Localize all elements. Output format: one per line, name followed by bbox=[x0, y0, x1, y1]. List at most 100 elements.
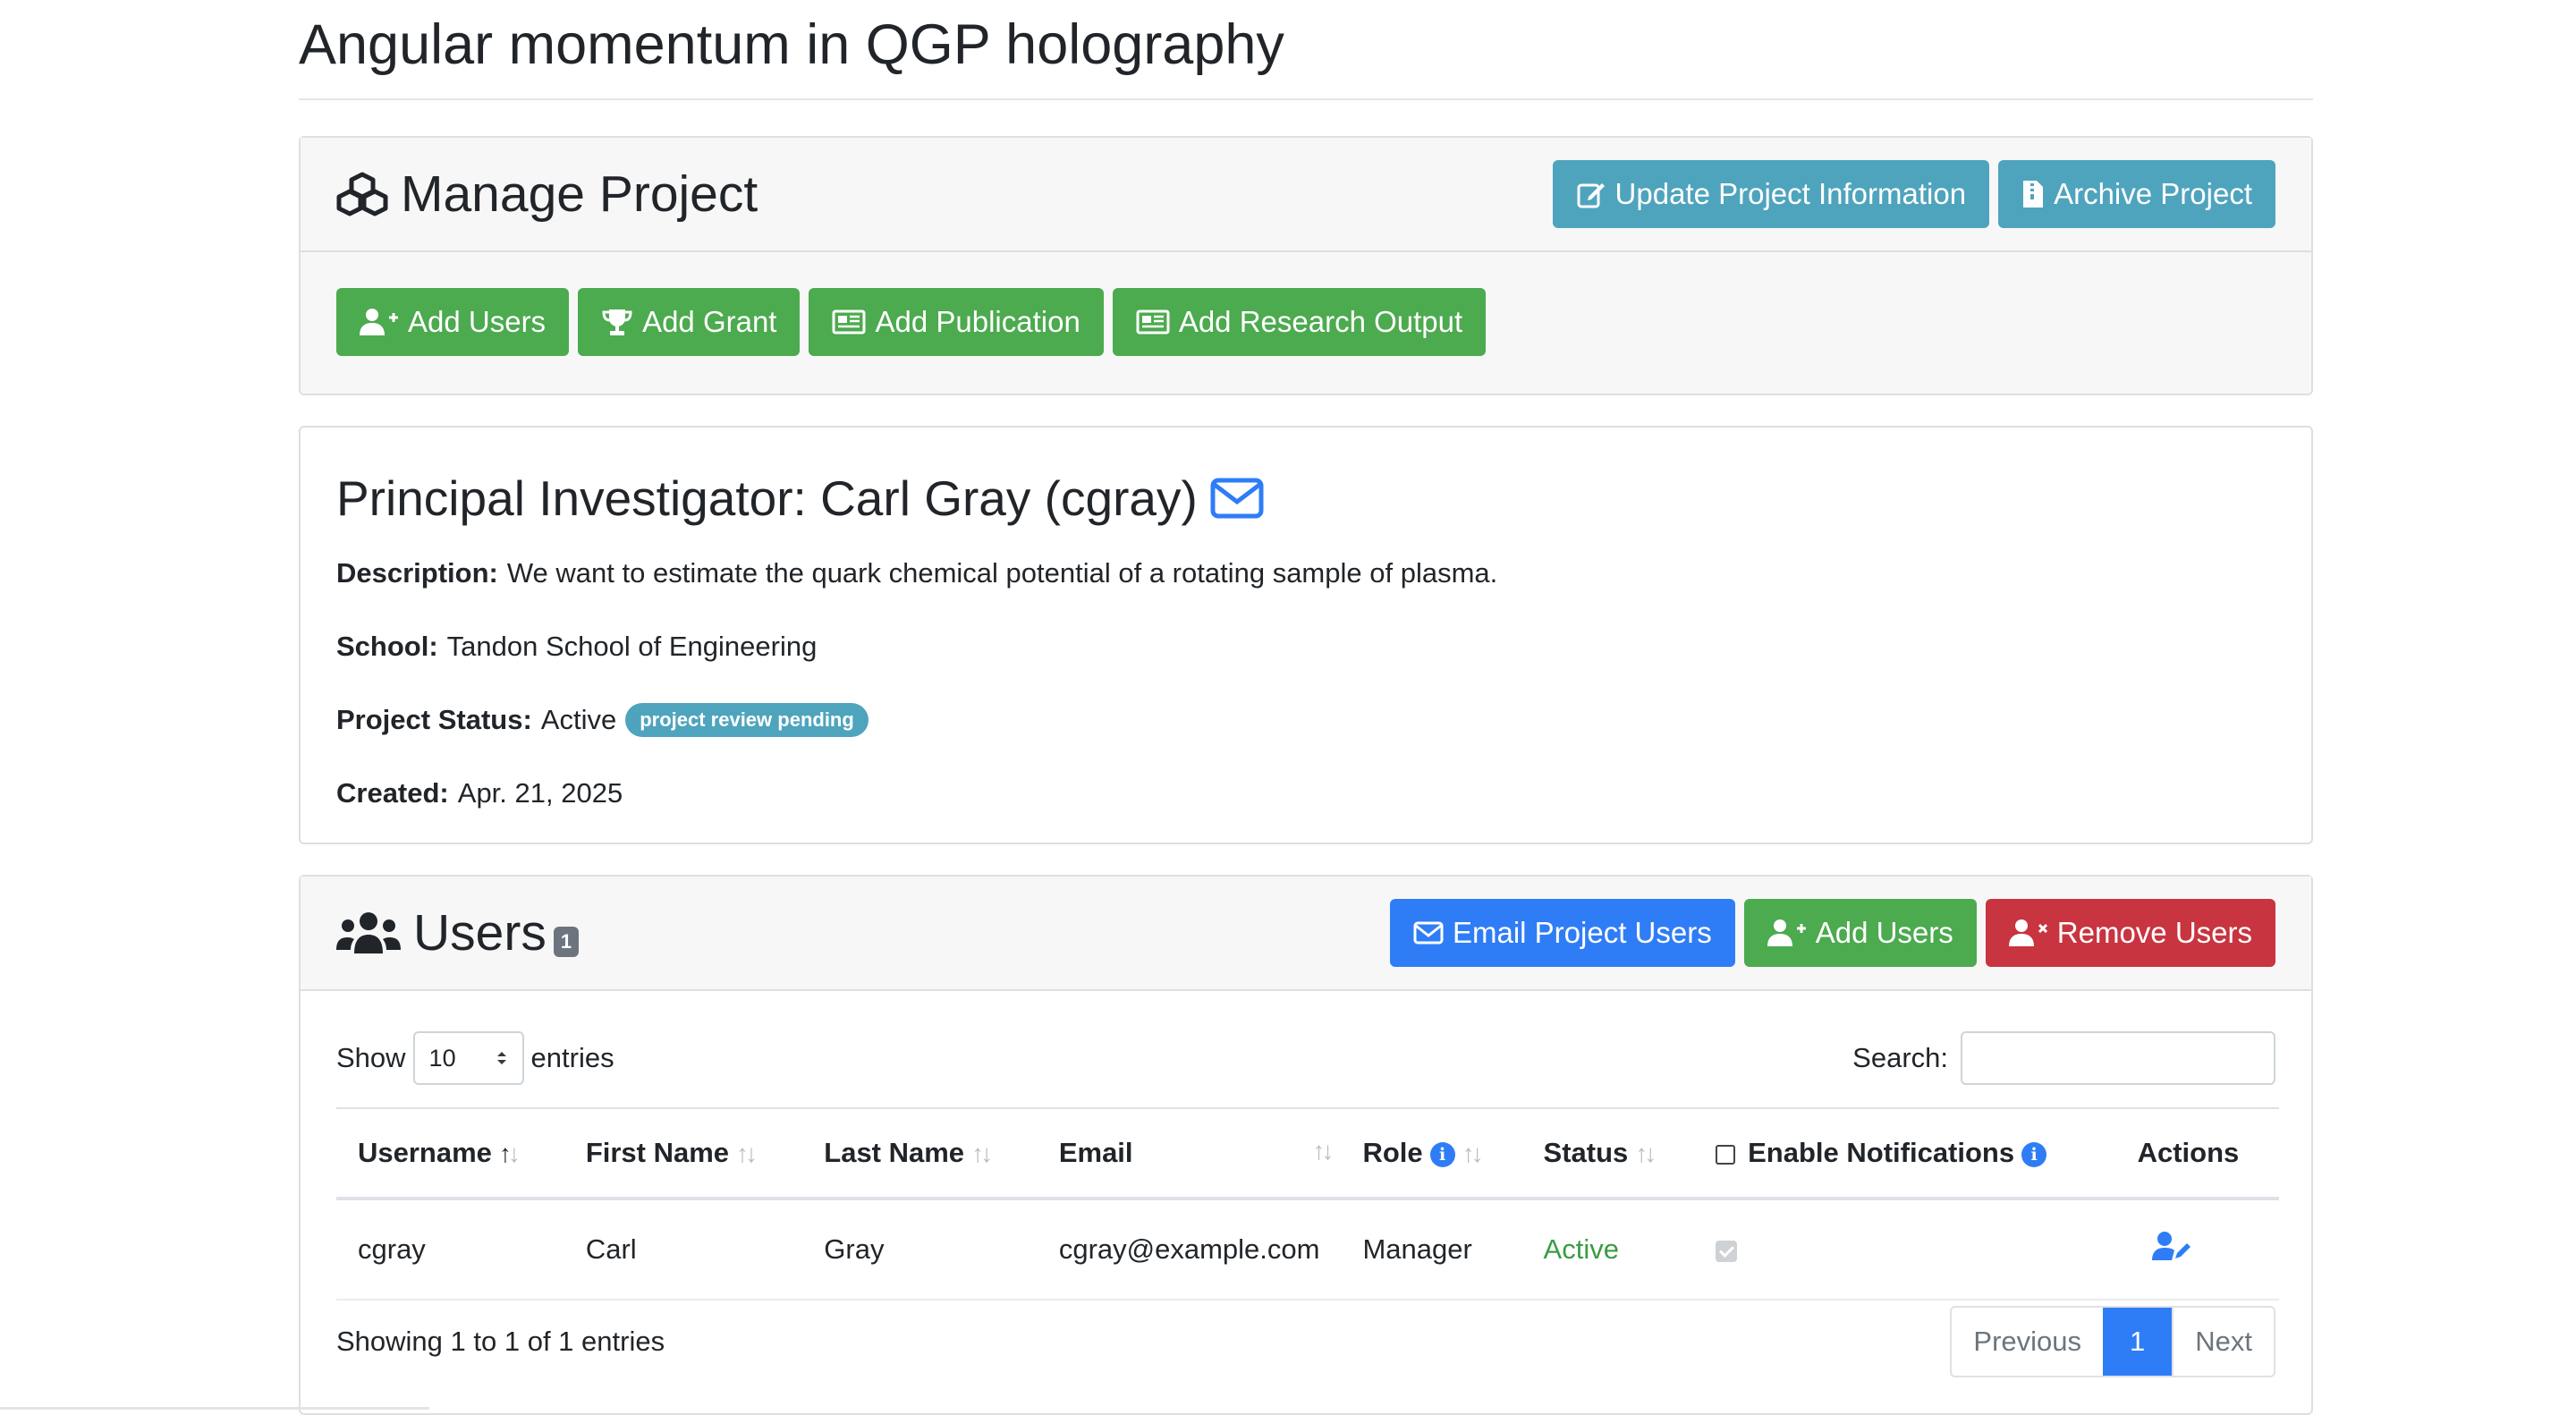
manage-project-header: Manage Project Update Project Informatio… bbox=[301, 138, 2311, 252]
created-label: Created: bbox=[336, 777, 449, 809]
notifications-checkbox bbox=[1716, 1240, 1738, 1262]
column-status[interactable]: Status ↑↓ bbox=[1521, 1107, 1695, 1200]
add-publication-label: Add Publication bbox=[875, 305, 1080, 338]
add-users-label: Add Users bbox=[408, 305, 547, 338]
edit-icon bbox=[1577, 183, 1605, 208]
sort-icon: ↑↓ bbox=[1635, 1140, 1657, 1167]
users-table: Username ↑↓ First Name ↑↓ Last Name ↑↓ Emai… bbox=[336, 1107, 2279, 1301]
column-actions-label: Actions bbox=[2137, 1137, 2240, 1168]
file-archive-icon bbox=[2023, 181, 2044, 208]
school-label: School: bbox=[336, 631, 438, 662]
table-row: cgray Carl Gray cgray@example.com Manage… bbox=[336, 1199, 2279, 1301]
column-status-label: Status bbox=[1543, 1137, 1629, 1168]
page-length-value: 10 bbox=[428, 1044, 456, 1072]
cell-username: cgray bbox=[336, 1199, 564, 1301]
description-line: Description: We want to estimate the qua… bbox=[336, 537, 2275, 610]
column-enable-notifications: Enable Notifications i bbox=[1694, 1107, 2116, 1200]
created-value: Apr. 21, 2025 bbox=[457, 777, 623, 809]
page-container: Angular momentum in QGP holography Manag… bbox=[299, 0, 2313, 1415]
cell-first-name: Carl bbox=[564, 1199, 803, 1301]
description-value: We want to estimate the quark chemical p… bbox=[506, 557, 1498, 589]
cell-role: Manager bbox=[1341, 1199, 1522, 1301]
sort-icon: ↑↓ bbox=[736, 1140, 758, 1167]
table-info: Showing 1 to 1 of 1 entries bbox=[336, 1326, 665, 1357]
column-username[interactable]: Username ↑↓ bbox=[336, 1107, 564, 1200]
remove-users-label: Remove Users bbox=[2056, 916, 2252, 949]
select-all-notifications-checkbox[interactable] bbox=[1716, 1144, 1736, 1165]
envelope-icon[interactable] bbox=[1210, 478, 1264, 519]
table-header-row: Username ↑↓ First Name ↑↓ Last Name ↑↓ Emai… bbox=[336, 1107, 2279, 1200]
users-header: Users 1 Email Project Users Add Users Re… bbox=[301, 877, 2311, 991]
select-arrows-icon bbox=[496, 1052, 506, 1064]
column-role-label: Role bbox=[1362, 1137, 1423, 1168]
sort-icon: ↑↓ bbox=[1312, 1137, 1334, 1165]
user-plus-icon bbox=[1767, 919, 1806, 946]
page-length-control: Show 10 entries bbox=[336, 1031, 614, 1085]
description-label: Description: bbox=[336, 557, 498, 589]
column-actions: Actions bbox=[2115, 1107, 2279, 1200]
previous-page-button[interactable]: Previous bbox=[1952, 1308, 2103, 1376]
archive-project-button[interactable]: Archive Project bbox=[1998, 160, 2275, 228]
page-1-button[interactable]: 1 bbox=[2103, 1308, 2173, 1376]
entries-label: entries bbox=[530, 1042, 614, 1073]
manage-project-title: Manage Project bbox=[401, 165, 758, 223]
sort-icon: ↑↓ bbox=[971, 1140, 993, 1167]
column-email[interactable]: Email ↑↓ bbox=[1037, 1107, 1342, 1200]
search-label: Search: bbox=[1852, 1042, 1948, 1073]
archive-project-label: Archive Project bbox=[2054, 177, 2252, 210]
school-value: Tandon School of Engineering bbox=[446, 631, 818, 662]
manage-project-actions: Add Users Add Grant Add Publication Add … bbox=[301, 252, 2311, 394]
user-times-icon bbox=[2008, 919, 2047, 946]
users-add-users-button[interactable]: Add Users bbox=[1743, 899, 1977, 967]
project-details-card: Principal Investigator: Carl Gray (cgray… bbox=[299, 426, 2313, 844]
column-first-name-label: First Name bbox=[585, 1137, 730, 1168]
email-project-users-button[interactable]: Email Project Users bbox=[1389, 899, 1735, 967]
pagination: Previous 1 Next bbox=[1950, 1306, 2275, 1377]
column-email-label: Email bbox=[1058, 1137, 1133, 1168]
table-footer: Showing 1 to 1 of 1 entries Previous 1 N… bbox=[336, 1306, 2275, 1377]
pi-heading-text: Principal Investigator: Carl Gray (cgray… bbox=[336, 470, 1198, 526]
search-input[interactable] bbox=[1961, 1031, 2275, 1085]
table-controls: Show 10 entries Search: bbox=[336, 1029, 2275, 1088]
column-last-name-label: Last Name bbox=[824, 1137, 965, 1168]
next-page-button[interactable]: Next bbox=[2172, 1308, 2274, 1376]
cell-email: cgray@example.com bbox=[1037, 1199, 1342, 1301]
created-line: Created: Apr. 21, 2025 bbox=[336, 757, 2275, 830]
page-length-select[interactable]: 10 bbox=[412, 1031, 524, 1085]
add-research-output-label: Add Research Output bbox=[1178, 305, 1463, 338]
page-title: Angular momentum in QGP holography bbox=[299, 0, 2313, 100]
column-role[interactable]: Role i ↑↓ bbox=[1341, 1107, 1522, 1200]
search-control: Search: bbox=[1852, 1031, 2275, 1085]
users-card: Users 1 Email Project Users Add Users Re… bbox=[299, 875, 2313, 1415]
manage-project-heading: Manage Project bbox=[336, 165, 758, 224]
users-count-badge: 1 bbox=[553, 927, 580, 957]
show-label: Show bbox=[336, 1042, 406, 1073]
cell-status: Active bbox=[1521, 1199, 1695, 1301]
add-grant-button[interactable]: Add Grant bbox=[578, 288, 801, 356]
users-title: Users bbox=[413, 904, 547, 962]
add-grant-label: Add Grant bbox=[642, 305, 777, 338]
user-plus-icon bbox=[360, 309, 398, 335]
user-edit-icon[interactable] bbox=[2151, 1231, 2191, 1261]
sort-asc-icon: ↑↓ bbox=[498, 1140, 521, 1167]
cell-last-name: Gray bbox=[802, 1199, 1038, 1301]
info-icon[interactable]: i bbox=[1429, 1141, 1455, 1167]
users-add-users-label: Add Users bbox=[1815, 916, 1953, 949]
update-project-button[interactable]: Update Project Information bbox=[1552, 160, 1990, 228]
add-research-output-button[interactable]: Add Research Output bbox=[1112, 288, 1487, 356]
info-icon[interactable]: i bbox=[2021, 1141, 2047, 1167]
cell-notifications bbox=[1694, 1199, 2116, 1301]
school-line: School: Tandon School of Engineering bbox=[336, 610, 2275, 683]
add-publication-button[interactable]: Add Publication bbox=[809, 288, 1104, 356]
principal-investigator-heading: Principal Investigator: Carl Gray (cgray… bbox=[336, 463, 2275, 533]
add-users-button[interactable]: Add Users bbox=[336, 288, 570, 356]
review-pending-badge: project review pending bbox=[625, 703, 869, 737]
project-status-label: Project Status: bbox=[336, 704, 532, 735]
newspaper-icon bbox=[832, 309, 866, 335]
column-last-name[interactable]: Last Name ↑↓ bbox=[802, 1107, 1038, 1200]
users-heading: Users 1 bbox=[336, 903, 580, 962]
email-project-users-label: Email Project Users bbox=[1452, 916, 1712, 949]
remove-users-button[interactable]: Remove Users bbox=[1985, 899, 2275, 967]
column-first-name[interactable]: First Name ↑↓ bbox=[564, 1107, 803, 1200]
update-project-label: Update Project Information bbox=[1614, 177, 1967, 210]
